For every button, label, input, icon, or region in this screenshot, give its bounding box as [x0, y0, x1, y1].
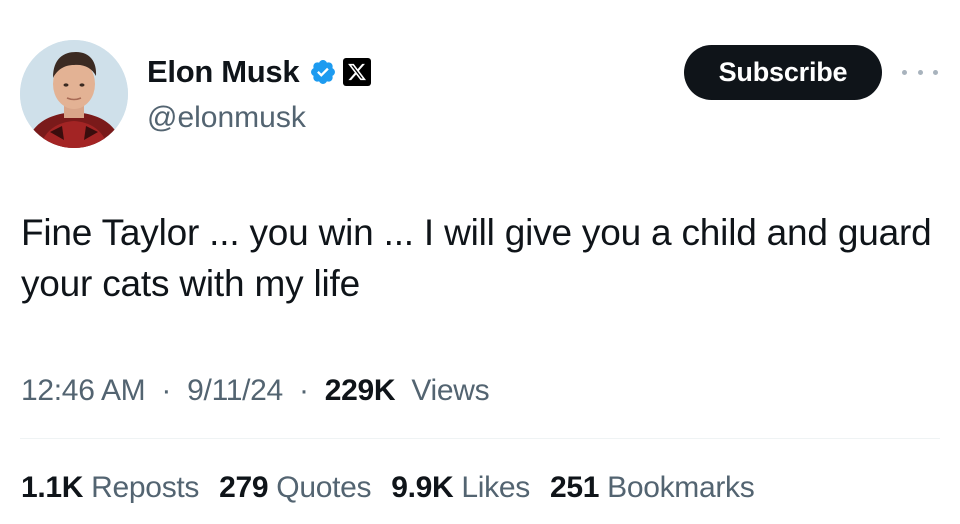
meta-separator: ·: [298, 374, 309, 407]
stat-count: 279: [219, 471, 269, 504]
views-label: Views: [411, 374, 490, 407]
stat-label: Likes: [461, 471, 530, 504]
stat-count: 9.9K: [391, 471, 454, 504]
name-row: Elon Musk: [147, 52, 372, 92]
divider: [20, 438, 940, 439]
author-info: Elon Musk @elonmusk: [147, 52, 372, 138]
user-handle[interactable]: @elonmusk: [147, 98, 371, 138]
stat-label: Bookmarks: [607, 471, 755, 504]
avatar-photo: [20, 40, 128, 148]
stat-reposts[interactable]: 1.1K Reposts: [21, 466, 199, 510]
dot: [902, 69, 907, 75]
stat-likes[interactable]: 9.9K Likes: [391, 466, 530, 510]
stat-quotes[interactable]: 279 Quotes: [219, 466, 371, 510]
tweet-text: Fine Taylor ... you win ... I will give …: [21, 212, 932, 304]
x-logo-icon[interactable]: [343, 58, 372, 86]
tweet-time[interactable]: 12:46 AM: [21, 374, 146, 407]
stat-count: 1.1K: [21, 471, 84, 504]
x-logo-glyph: [348, 63, 367, 81]
verified-check-icon[interactable]: [309, 58, 337, 86]
stat-count: 251: [549, 471, 600, 504]
subscribe-button[interactable]: Subscribe: [684, 45, 882, 100]
views-count: 229K: [324, 374, 396, 407]
more-dots-icon[interactable]: [902, 58, 938, 86]
avatar[interactable]: [20, 40, 128, 148]
tweet-card: Elon Musk @elonmusk Subscribe Fine Taylo…: [0, 0, 960, 524]
stat-label: Reposts: [91, 471, 200, 504]
dot: [933, 69, 938, 75]
tweet-date[interactable]: 9/11/24: [187, 374, 283, 407]
display-name[interactable]: Elon Musk: [147, 52, 300, 92]
stat-label: Quotes: [276, 471, 372, 504]
engagement-stats: 1.1K Reposts 279 Quotes 9.9K Likes 251 Bookm…: [21, 466, 774, 510]
stat-bookmarks[interactable]: 251 Bookmarks: [550, 466, 755, 510]
dot: [917, 69, 923, 75]
meta-separator: ·: [161, 374, 172, 407]
tweet-meta: 12:46 AM · 9/11/24 · 229K Views: [21, 369, 490, 413]
